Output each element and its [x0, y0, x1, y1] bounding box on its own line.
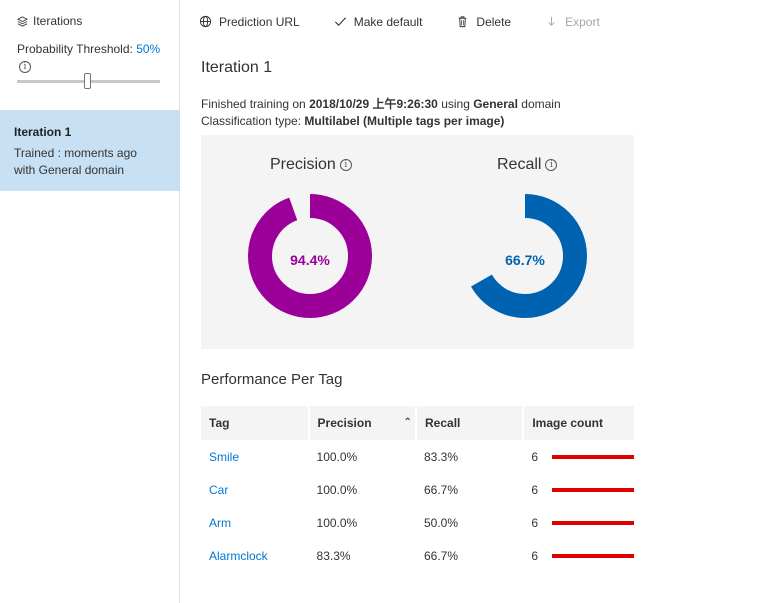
iterations-label: Iterations	[33, 14, 83, 28]
trash-icon	[459, 16, 467, 28]
recall-heading: Recall i	[497, 156, 558, 174]
make-default-label: Make default	[353, 14, 423, 29]
probability-threshold: Probability Threshold: 50%	[17, 42, 160, 56]
finished-date: 2018/10/29 上午9:26:30	[309, 97, 438, 111]
image-count-bar	[552, 487, 634, 492]
tag-precision: 100.0%	[316, 449, 358, 464]
recall-label: Recall	[497, 156, 542, 173]
precision-heading: Precision i	[270, 156, 352, 174]
metrics-panel: Precision i 94.4% Recall i 66.7%	[201, 135, 634, 349]
info-icon[interactable]: i	[339, 159, 352, 171]
tag-precision: 100.0%	[316, 482, 358, 497]
tag-image-count: 6	[531, 515, 538, 530]
tag-image-count-cell: 6	[523, 539, 634, 572]
using-text: using	[441, 97, 470, 111]
tag-image-count-cell: 6	[523, 473, 634, 506]
export-button[interactable]: Export	[545, 15, 600, 29]
prediction-url-button[interactable]: Prediction URL	[199, 15, 300, 29]
iteration-item-title: Iteration 1	[14, 125, 72, 139]
threshold-slider-thumb[interactable]	[84, 73, 91, 89]
domain-suffix: domain	[521, 97, 561, 111]
tag-image-count: 6	[531, 548, 538, 563]
classification-prefix: Classification type:	[201, 114, 302, 128]
info-icon[interactable]: i	[545, 159, 558, 171]
tag-recall: 50.0%	[424, 515, 459, 530]
info-icon[interactable]: i	[19, 61, 31, 73]
iterations-panel: Iterations Probability Threshold: 50% i …	[0, 0, 180, 603]
tag-performance-table: Tag Precision ⌃ Recall Image count Smile …	[201, 406, 634, 572]
iteration-item-domain: with General domain	[14, 163, 125, 177]
page-title: Iteration 1	[201, 59, 273, 76]
tag-recall: 66.7%	[424, 482, 459, 497]
iteration-details: Iteration 1 Finished training on 2018/10…	[181, 43, 784, 603]
tag-image-count-cell: 6	[523, 506, 634, 539]
iteration-item[interactable]: Iteration 1 Trained : moments ago with G…	[0, 110, 180, 191]
sort-ascending-icon[interactable]: ⌃	[404, 417, 412, 428]
tag-precision: 100.0%	[316, 515, 358, 530]
domain-name: General	[473, 97, 518, 111]
header-precision[interactable]: Precision ⌃	[308, 406, 418, 440]
table-row: Arm 100.0% 50.0% 6	[201, 506, 634, 539]
header-image-count[interactable]: Image count	[523, 406, 634, 440]
download-icon	[548, 16, 555, 26]
delete-label: Delete	[476, 14, 512, 29]
tag-image-count: 6	[531, 449, 538, 464]
training-finished-line: Finished training on 2018/10/29 上午9:26:3…	[201, 96, 561, 113]
threshold-label: Probability Threshold:	[17, 42, 133, 56]
header-precision-label: Precision	[317, 416, 372, 430]
iterations-header: Iterations	[17, 14, 82, 28]
image-count-bar	[552, 454, 634, 459]
image-count-bar	[552, 553, 634, 558]
tag-link[interactable]: Arm	[201, 506, 309, 539]
table-row: Smile 100.0% 83.3% 6	[201, 440, 634, 473]
table-row: Alarmclock 83.3% 66.7% 6	[201, 539, 634, 572]
precision-value: 94.4%	[290, 252, 330, 268]
tag-recall: 83.3%	[424, 449, 459, 464]
precision-label: Precision	[270, 156, 336, 173]
tag-recall: 66.7%	[424, 548, 459, 563]
image-count-bar	[552, 520, 634, 525]
header-recall[interactable]: Recall	[416, 406, 525, 440]
export-label: Export	[565, 14, 600, 29]
tag-image-count: 6	[531, 482, 538, 497]
checkmark-icon	[334, 17, 346, 27]
iteration-item-trained: Trained : moments ago	[14, 146, 137, 160]
toolbar: Prediction URL Make default Delete Expor…	[181, 0, 784, 43]
classification-line: Classification type: Multilabel (Multipl…	[201, 113, 561, 130]
delete-button[interactable]: Delete	[456, 15, 511, 29]
prediction-url-label: Prediction URL	[219, 14, 300, 29]
training-info: Finished training on 2018/10/29 上午9:26:3…	[201, 96, 561, 130]
make-default-button[interactable]: Make default	[334, 14, 423, 29]
tag-link[interactable]: Smile	[201, 440, 309, 473]
tag-link[interactable]: Car	[201, 473, 309, 506]
table-row: Car 100.0% 66.7% 6	[201, 473, 634, 506]
threshold-value: 50%	[136, 42, 161, 56]
header-tag[interactable]: Tag	[201, 406, 310, 440]
tag-image-count-cell: 6	[523, 440, 634, 473]
table-header-row: Tag Precision ⌃ Recall Image count	[201, 406, 634, 440]
globe-icon	[199, 15, 212, 28]
performance-per-tag-title: Performance Per Tag	[201, 371, 343, 388]
finished-prefix: Finished training on	[201, 97, 306, 111]
classification-type: Multilabel (Multiple tags per image)	[304, 114, 505, 128]
layers-icon	[17, 15, 28, 27]
recall-value: 66.7%	[505, 252, 545, 268]
tag-link[interactable]: Alarmclock	[201, 539, 309, 572]
tag-precision: 83.3%	[316, 548, 351, 563]
